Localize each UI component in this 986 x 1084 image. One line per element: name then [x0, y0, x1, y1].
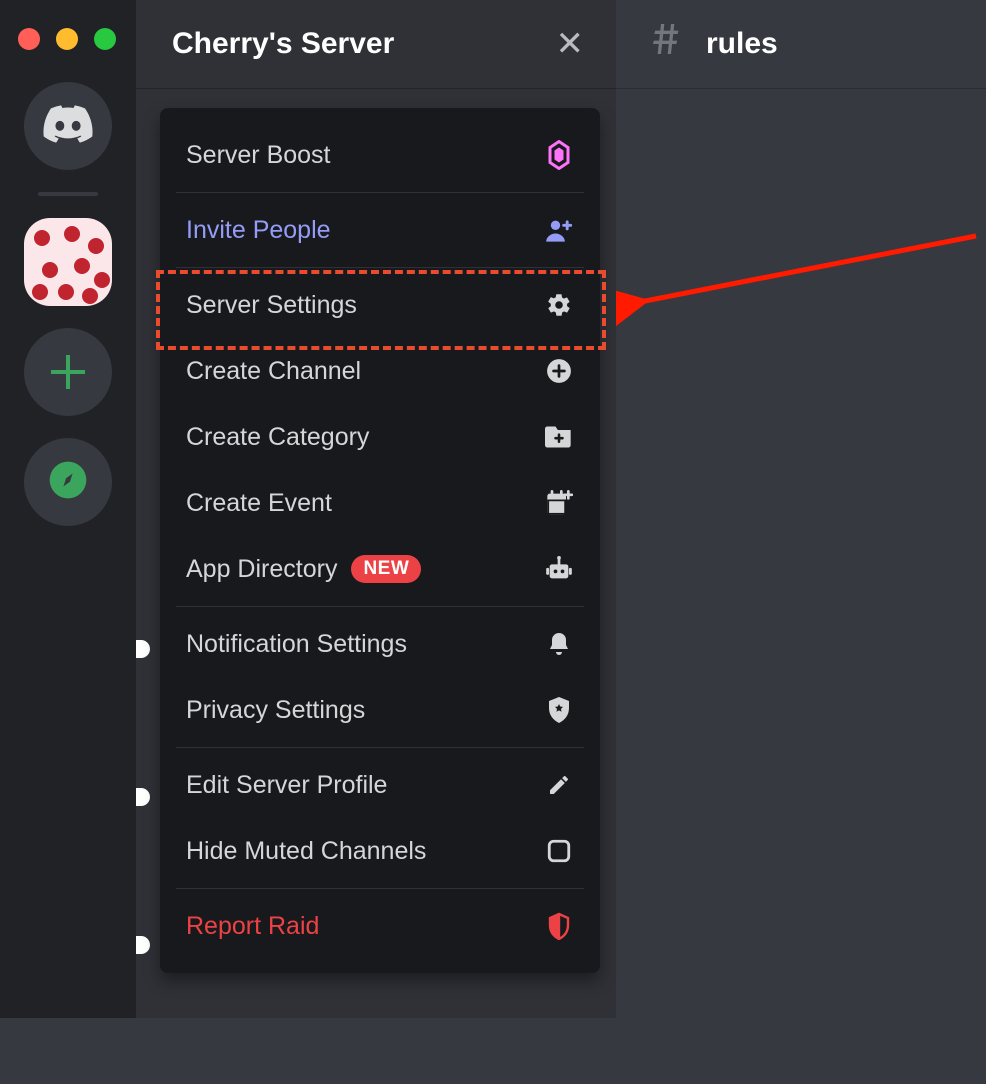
- window-traffic-lights: [18, 28, 116, 50]
- maximize-window-dot[interactable]: [94, 28, 116, 50]
- rail-separator: [38, 192, 98, 196]
- channel-name-label: rules: [706, 27, 778, 61]
- server-dropdown-menu: Server Boost Invite People Server Settin…: [160, 108, 600, 973]
- minimize-window-dot[interactable]: [56, 28, 78, 50]
- new-badge: NEW: [351, 555, 421, 583]
- menu-separator: [176, 747, 584, 748]
- menu-label: Notification Settings: [186, 630, 407, 659]
- menu-notification-settings[interactable]: Notification Settings: [160, 611, 600, 677]
- person-plus-icon: [544, 215, 574, 245]
- channel-header: rules: [616, 0, 986, 88]
- close-icon[interactable]: ✕: [556, 27, 585, 61]
- checkbox-empty-icon: [544, 836, 574, 866]
- close-window-dot[interactable]: [18, 28, 40, 50]
- menu-label: Invite People: [186, 216, 331, 245]
- menu-label: Hide Muted Channels: [186, 837, 426, 866]
- gear-icon: [544, 290, 574, 320]
- plus-icon: [51, 355, 85, 389]
- menu-privacy-settings[interactable]: Privacy Settings: [160, 677, 600, 743]
- menu-hide-muted-channels[interactable]: Hide Muted Channels: [160, 818, 600, 884]
- robot-icon: [544, 554, 574, 584]
- circle-plus-icon: [544, 356, 574, 386]
- home-button[interactable]: [24, 82, 112, 170]
- unread-pip: [136, 936, 150, 954]
- discord-logo-icon: [43, 105, 93, 148]
- menu-separator: [176, 606, 584, 607]
- bell-icon: [544, 629, 574, 659]
- add-server-button[interactable]: [24, 328, 112, 416]
- hash-icon: [646, 19, 686, 70]
- menu-invite-people[interactable]: Invite People: [160, 197, 600, 263]
- menu-create-event[interactable]: Create Event: [160, 470, 600, 536]
- menu-edit-server-profile[interactable]: Edit Server Profile: [160, 752, 600, 818]
- menu-label: Server Boost: [186, 141, 331, 170]
- menu-create-channel[interactable]: Create Channel: [160, 338, 600, 404]
- server-name-label: Cherry's Server: [172, 27, 394, 61]
- pencil-icon: [544, 770, 574, 800]
- calendar-plus-icon: [544, 488, 574, 518]
- menu-label: App Directory: [186, 555, 337, 584]
- folder-plus-icon: [544, 422, 574, 452]
- menu-label: Create Event: [186, 489, 332, 518]
- server-rail: [0, 0, 136, 1018]
- menu-server-boost[interactable]: Server Boost: [160, 122, 600, 188]
- server-header[interactable]: Cherry's Server ✕: [136, 0, 616, 88]
- menu-label: Create Channel: [186, 357, 361, 386]
- boost-gem-icon: [544, 140, 574, 170]
- shield-star-icon: [544, 695, 574, 725]
- menu-label: Edit Server Profile: [186, 771, 387, 800]
- explore-servers-button[interactable]: [24, 438, 112, 526]
- main-content: rules: [616, 0, 986, 1018]
- menu-server-settings[interactable]: Server Settings: [160, 272, 600, 338]
- menu-separator: [176, 267, 584, 268]
- menu-app-directory[interactable]: App Directory NEW: [160, 536, 600, 602]
- server-avatar-cherrys[interactable]: [24, 218, 112, 306]
- menu-separator: [176, 888, 584, 889]
- channel-unread-pips: [136, 640, 156, 1084]
- compass-icon: [46, 458, 90, 507]
- menu-label: Server Settings: [186, 291, 357, 320]
- unread-pip: [136, 788, 150, 806]
- unread-pip: [136, 640, 150, 658]
- shield-alert-icon: [544, 911, 574, 941]
- menu-create-category[interactable]: Create Category: [160, 404, 600, 470]
- menu-report-raid[interactable]: Report Raid: [160, 893, 600, 959]
- menu-label: Report Raid: [186, 912, 319, 941]
- menu-separator: [176, 192, 584, 193]
- menu-label: Privacy Settings: [186, 696, 365, 725]
- menu-label: Create Category: [186, 423, 369, 452]
